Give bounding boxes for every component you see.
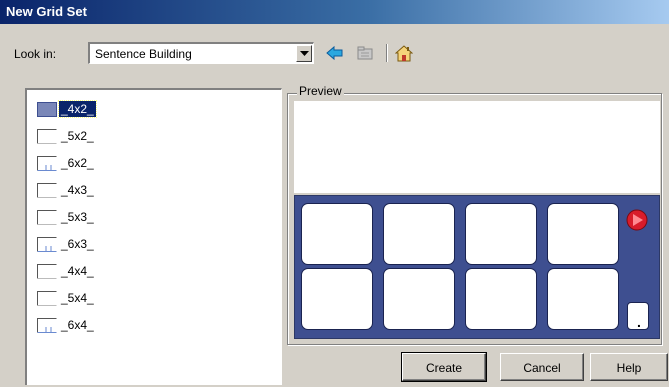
look-in-value: Sentence Building: [95, 47, 192, 61]
list-item-label: _4x2_: [58, 100, 97, 118]
home-icon: [395, 45, 413, 62]
preview-label: Preview: [297, 84, 344, 98]
grid-cell: [547, 268, 619, 330]
grid-cell: [301, 268, 373, 330]
back-arrow-icon: [326, 45, 343, 61]
home-button[interactable]: [393, 43, 415, 63]
grid-cell: [383, 203, 455, 265]
look-in-label: Look in:: [14, 47, 57, 61]
grid-cell: [465, 203, 537, 265]
look-in-dropdown[interactable]: Sentence Building: [88, 42, 314, 64]
corner-cell: .: [627, 302, 649, 330]
preview-message-area: [294, 101, 660, 193]
grid-layout-icon: [37, 156, 57, 171]
dropdown-button[interactable]: [296, 45, 312, 62]
grid-layout-icon: [37, 183, 57, 198]
list-item-label: _5x2_: [61, 129, 94, 143]
toolbar-separator: [386, 44, 388, 62]
back-button[interactable]: [324, 43, 346, 63]
new-grid-set-dialog: New Grid Set Look in: Sentence Building: [0, 0, 669, 387]
corner-cell-label: .: [637, 314, 641, 330]
title-bar[interactable]: New Grid Set: [0, 0, 669, 24]
cancel-button[interactable]: Cancel: [500, 353, 584, 381]
dialog-title: New Grid Set: [6, 4, 87, 19]
list-item-label: _6x2_: [61, 156, 94, 170]
list-item-label: _6x3_: [61, 237, 94, 251]
grid-layout-icon: [37, 264, 57, 279]
list-item-label: _5x3_: [61, 210, 94, 224]
list-item-label: _6x4_: [61, 318, 94, 332]
grid-layout-icon: [37, 210, 57, 225]
grid-cell: [465, 268, 537, 330]
list-item-label: _4x3_: [61, 183, 94, 197]
grid-layout-icon: [37, 318, 57, 333]
list-item-label: _4x4_: [61, 264, 94, 278]
folder-up-icon: [357, 46, 373, 60]
preview-grid: .: [294, 195, 660, 339]
help-button[interactable]: Help: [590, 353, 668, 381]
red-play-arrow-icon: [626, 209, 648, 231]
list-item-label: _5x4_: [61, 291, 94, 305]
grid-layout-icon: [37, 291, 57, 306]
create-button[interactable]: Create: [401, 352, 487, 382]
grid-set-list[interactable]: _4x2_ _5x2_ _6x2_ _4x3_ _5x3_ _6x3_ _4x4…: [25, 88, 282, 385]
grid-layout-icon: [37, 102, 57, 117]
grid-cell: [547, 203, 619, 265]
grid-layout-icon: [37, 129, 57, 144]
grid-layout-icon: [37, 237, 57, 252]
grid-cell: [383, 268, 455, 330]
grid-cell: [301, 203, 373, 265]
folder-up-button[interactable]: [354, 43, 376, 63]
chevron-down-icon: [300, 51, 309, 56]
